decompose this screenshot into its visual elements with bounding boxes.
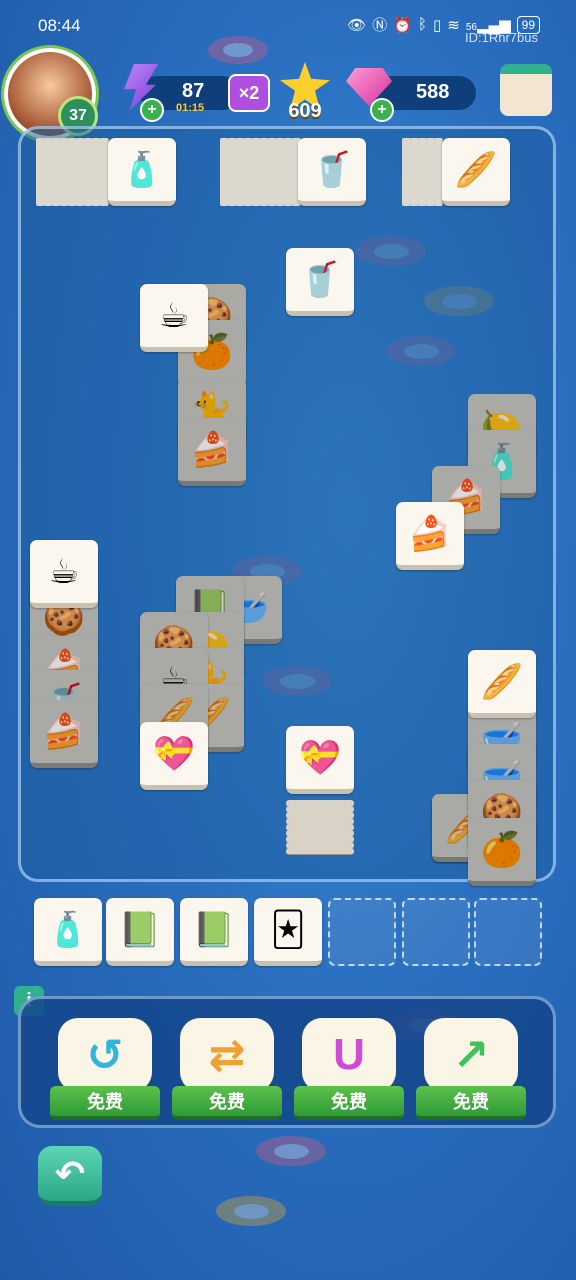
floating-ring	[216, 1196, 286, 1226]
empty-tray-slot	[474, 898, 542, 966]
up-arrow-icon: ↗	[424, 1018, 518, 1092]
status-time: 08:44	[38, 16, 81, 35]
eye-icon: 👁	[347, 16, 367, 34]
add-gems-button[interactable]: +	[370, 98, 394, 122]
add-energy-button[interactable]: +	[140, 98, 164, 122]
nfc-icon: Ⓝ	[372, 17, 388, 34]
floating-ring	[256, 1136, 326, 1166]
cake-tile: 🍰	[178, 418, 246, 486]
energy-value: 87	[182, 80, 205, 102]
book-tray-tile: 📗	[106, 898, 174, 966]
empty-tray-slot	[402, 898, 470, 966]
perfume-tray-tile: 🧴	[34, 898, 102, 966]
tool-swap[interactable]: ⇄ 免费	[172, 1018, 282, 1120]
cards-tray-tile: 🃏	[254, 898, 322, 966]
energy-timer: 01:15	[176, 102, 205, 114]
shop-stall-icon[interactable]	[500, 64, 552, 116]
energy-multiplier-button[interactable]: ×2	[228, 74, 270, 112]
swap-arrows-icon: ⇄	[180, 1018, 274, 1092]
tool-free-label: 免费	[416, 1086, 526, 1120]
bread-tile[interactable]: 🥖	[442, 138, 510, 206]
wifi-icon: ≋	[447, 16, 460, 34]
heart_box-tile[interactable]: 💝	[140, 722, 208, 790]
smoothie-tile[interactable]: 🥤	[298, 138, 366, 206]
magnet-icon: U	[302, 1018, 396, 1092]
alarm-icon: ⏰	[393, 16, 412, 34]
coffee-tile[interactable]: ☕	[140, 284, 208, 352]
stack-edge	[286, 848, 354, 855]
undo-arrow-icon: ↺	[58, 1018, 152, 1092]
status-bar: 08:44 👁 Ⓝ ⏰ ᛒ ▯ ≋ 56▂▄▆ 99 ID:1Rhr7bus	[0, 0, 576, 50]
bluetooth-icon: ᛒ	[417, 16, 427, 33]
star-count: 609	[288, 100, 322, 122]
smoothie-tile[interactable]: 🥤	[286, 248, 354, 316]
tool-boost[interactable]: ↗ 免费	[416, 1018, 526, 1120]
cake-tile[interactable]: 🍰	[396, 502, 464, 570]
tool-free-label: 免费	[294, 1086, 404, 1120]
empty-tray-slot	[328, 898, 396, 966]
tool-magnet[interactable]: U 免费	[294, 1018, 404, 1120]
back-arrow-icon[interactable]: ↶	[38, 1146, 102, 1206]
tool-free-label: 免费	[172, 1086, 282, 1120]
heart_box-tile[interactable]: 💝	[286, 726, 354, 794]
book-tray-tile: 📗	[180, 898, 248, 966]
gem-value: 588	[416, 81, 450, 103]
orange-tile: 🍊	[468, 818, 536, 886]
coffee-tile[interactable]: ☕	[30, 540, 98, 608]
tool-shuffle[interactable]: ↺ 免费	[50, 1018, 160, 1120]
tool-free-label: 免费	[50, 1086, 160, 1120]
device-id: ID:1Rhr7bus	[465, 30, 538, 45]
perfume-tile[interactable]: 🧴	[108, 138, 176, 206]
vibrate-icon: ▯	[432, 16, 442, 34]
cake-tile: 🍰	[30, 700, 98, 768]
bread-tile[interactable]: 🥖	[468, 650, 536, 718]
